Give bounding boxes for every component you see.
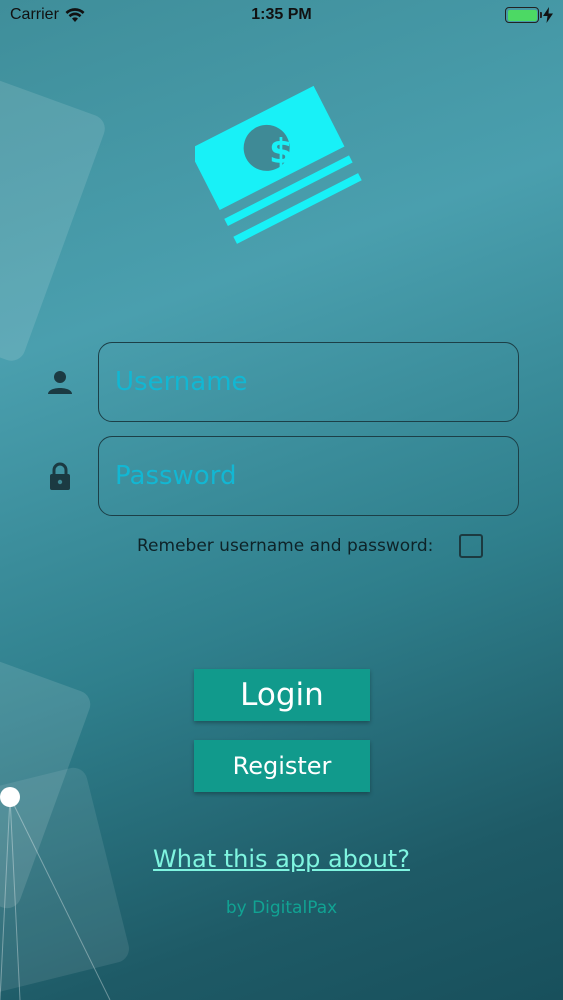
login-button[interactable]: Login [194,669,370,721]
battery-icon [505,7,542,23]
username-input[interactable] [98,342,519,422]
remember-row: Remeber username and password: [137,534,484,558]
dollar-symbol: $ [269,132,293,172]
username-row [44,342,519,422]
status-time: 1:35 PM [251,6,312,23]
password-input[interactable] [98,436,519,516]
money-stack-icon: $ [195,85,362,244]
status-right [505,7,553,23]
footer-credit: by DigitalPax [225,898,338,918]
register-button[interactable]: Register [194,740,370,792]
background-card [0,55,109,365]
password-row [44,436,519,516]
status-bar: Carrier 1:35 PM [0,0,563,30]
about-link[interactable]: What this app about? [0,845,563,873]
remember-checkbox[interactable] [459,534,484,558]
user-icon [48,371,72,394]
battery-fill [507,9,537,21]
charging-bolt-icon [543,7,553,23]
remember-label: Remeber username and password: [137,536,434,556]
background-lines [0,787,111,1000]
lock-icon [50,462,70,490]
